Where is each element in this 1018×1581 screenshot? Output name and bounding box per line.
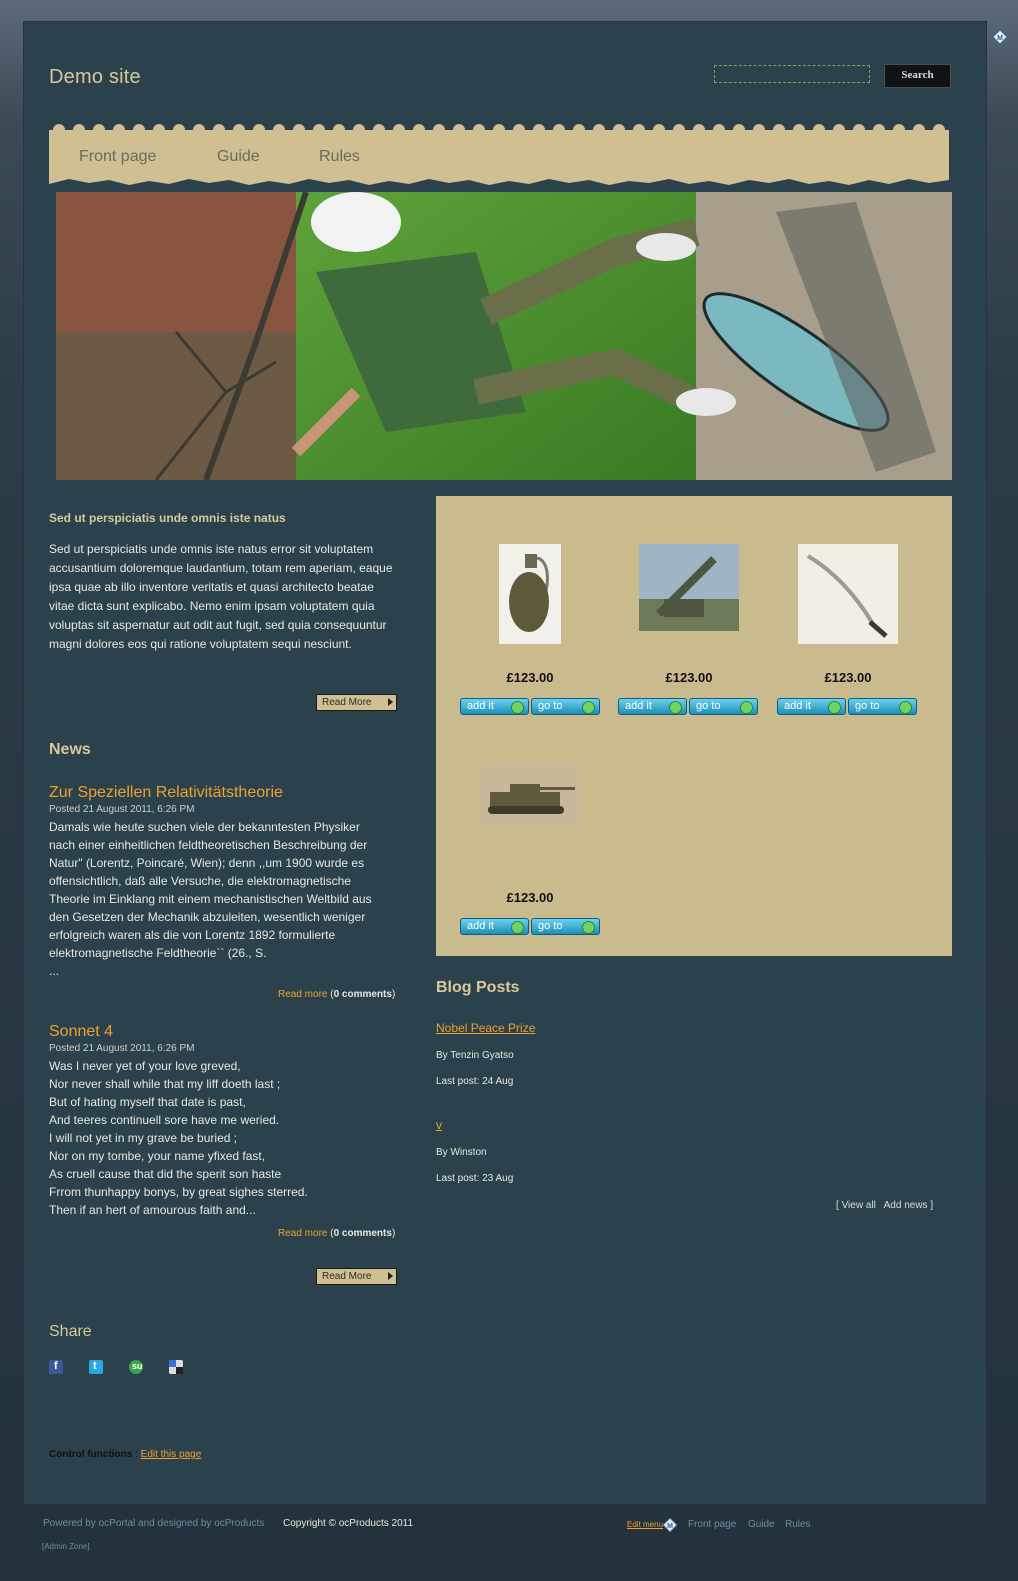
blog-post-title[interactable]: v: [436, 1118, 442, 1132]
blog-post-author: By Winston: [436, 1147, 487, 1158]
news-item-title[interactable]: Zur Speziellen Relativitätstheorie: [49, 784, 283, 802]
product-image-sword[interactable]: [798, 544, 898, 644]
product-price: £123.00: [506, 670, 554, 685]
edit-this-page-link[interactable]: Edit this page: [141, 1449, 202, 1460]
add-cart-icon: [828, 701, 841, 714]
product-price: £123.00: [824, 670, 872, 685]
news-comments-count[interactable]: 0 comments: [334, 1228, 392, 1239]
news-item-footer: Read more (0 comments): [278, 1228, 396, 1239]
control-functions-label: Control functions: [49, 1449, 133, 1460]
news-item-footer: Read more (0 comments): [278, 989, 396, 1000]
blog-post-author: By Tenzin Gyatso: [436, 1050, 514, 1061]
svg-text:M: M: [997, 35, 1003, 42]
arrow-right-icon: [388, 698, 393, 706]
control-functions: Control functions : Edit this page: [49, 1449, 202, 1460]
add-cart-icon: [511, 701, 524, 714]
products-panel: £123.00 add it go to £123.00 add it go t…: [436, 496, 952, 956]
blog-heading: Blog Posts: [436, 979, 520, 996]
footer-copyright: Copyright © ocProducts 2011: [283, 1518, 414, 1529]
add-cart-icon: [511, 921, 524, 934]
footer-nav-guide[interactable]: Guide: [748, 1519, 775, 1530]
footer-nav-rules[interactable]: Rules: [785, 1519, 811, 1530]
blog-actions: [ View all Add news ]: [836, 1200, 934, 1211]
go-to-product-button[interactable]: go to: [531, 698, 600, 715]
nav-item-guide[interactable]: Guide: [217, 148, 260, 166]
news-read-more-link[interactable]: Read more: [278, 989, 327, 1000]
search-button[interactable]: Search: [884, 64, 951, 88]
add-to-cart-button[interactable]: add it: [618, 698, 687, 715]
product-image-tank[interactable]: [480, 764, 580, 826]
blog-post-last-post: Last post: 24 Aug: [436, 1076, 514, 1087]
read-more-label: Read More: [322, 1271, 372, 1282]
product-image-missile-launcher[interactable]: [639, 544, 739, 631]
product-price: £123.00: [665, 670, 713, 685]
stumbleupon-icon[interactable]: su: [129, 1360, 143, 1374]
svg-text:M: M: [667, 1523, 673, 1530]
facebook-icon[interactable]: f: [49, 1360, 63, 1374]
arrow-right-icon: [388, 1272, 393, 1280]
read-more-label: Read More: [322, 697, 372, 708]
nav-item-rules[interactable]: Rules: [319, 148, 360, 166]
blog-post-title[interactable]: Nobel Peace Prize: [436, 1021, 535, 1035]
go-to-product-button[interactable]: go to: [848, 698, 917, 715]
share-heading: Share: [49, 1323, 92, 1340]
go-arrow-icon: [740, 701, 753, 714]
view-all-link[interactable]: View all: [842, 1200, 876, 1211]
add-to-cart-button[interactable]: add it: [777, 698, 846, 715]
go-arrow-icon: [582, 701, 595, 714]
news-item-title[interactable]: Sonnet 4: [49, 1023, 113, 1041]
news-heading: News: [49, 741, 91, 758]
footer-powered-by[interactable]: Powered by ocPortal and designed by ocPr…: [43, 1518, 264, 1529]
news-read-more-button[interactable]: Read More: [316, 1268, 397, 1285]
nav-item-front-page[interactable]: Front page: [79, 148, 156, 166]
site-title[interactable]: Demo site: [49, 66, 141, 89]
intro-text: Sed ut perspiciatis unde omnis iste natu…: [49, 542, 393, 651]
news-item-date: Posted 21 August 2011, 6:26 PM: [49, 1043, 195, 1054]
admin-zone-link[interactable]: [Admin Zone]: [42, 1542, 90, 1551]
news-item-body: Damals wie heute suchen viele der bekann…: [49, 820, 372, 978]
delicious-icon[interactable]: [169, 1360, 183, 1374]
news-comments-count[interactable]: 0 comments: [334, 989, 392, 1000]
add-news-link[interactable]: Add news: [884, 1200, 928, 1211]
news-item-date: Posted 21 August 2011, 6:26 PM: [49, 804, 195, 815]
add-to-cart-button[interactable]: add it: [460, 698, 529, 715]
footer-nav-front-page[interactable]: Front page: [688, 1519, 736, 1530]
nav-torn-edge: [49, 172, 949, 185]
intro-title: Sed ut perspiciatis unde omnis iste natu…: [49, 511, 286, 525]
intro-read-more-button[interactable]: Read More: [316, 694, 397, 711]
banner-skateboarder-image: [56, 192, 952, 480]
news-read-more-link[interactable]: Read more: [278, 1228, 327, 1239]
add-cart-icon: [669, 701, 682, 714]
news-item-body: Was I never yet of your love greved, Nor…: [49, 1059, 308, 1217]
go-arrow-icon: [899, 701, 912, 714]
go-to-product-button[interactable]: go to: [531, 918, 600, 935]
search-input[interactable]: [714, 65, 870, 83]
add-to-cart-button[interactable]: add it: [460, 918, 529, 935]
main-nav: [49, 130, 949, 178]
twitter-icon[interactable]: t: [89, 1360, 103, 1374]
ocportal-menu-icon[interactable]: M: [663, 1518, 677, 1532]
product-image-grenade[interactable]: [499, 544, 561, 644]
ocportal-logo-icon[interactable]: M: [993, 30, 1007, 44]
page-container: Demo site Search Front page Guide Rules: [24, 22, 986, 1504]
blog-post-last-post: Last post: 23 Aug: [436, 1173, 514, 1184]
go-arrow-icon: [582, 921, 595, 934]
product-price: £123.00: [506, 890, 554, 905]
go-to-product-button[interactable]: go to: [689, 698, 758, 715]
edit-menu-link[interactable]: Edit menu: [627, 1520, 663, 1529]
